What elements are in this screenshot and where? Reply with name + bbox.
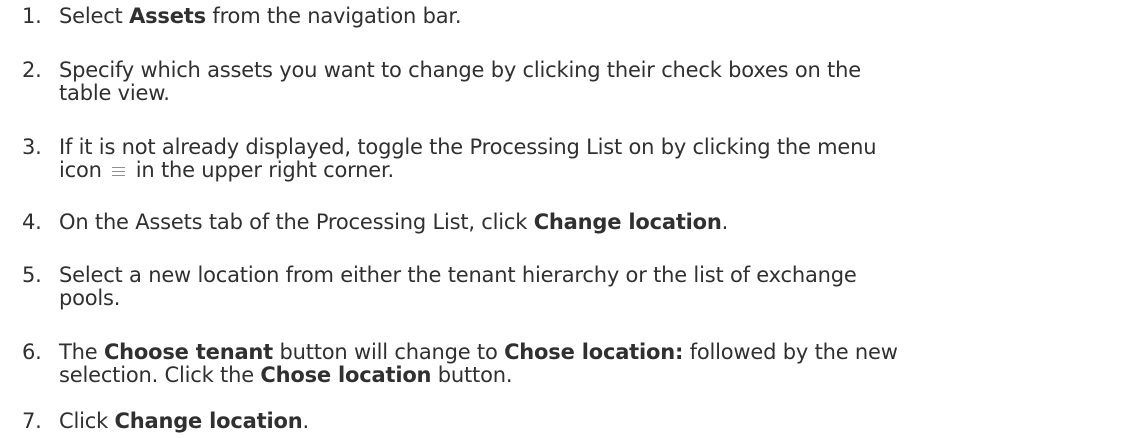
step-4: 4. On the Assets tab of the Processing L…: [22, 211, 1122, 234]
step-text-segment: button.: [431, 363, 513, 387]
step-number: 5.: [22, 263, 42, 287]
step-text-segment: selection. Click the: [59, 363, 261, 387]
step-number: 4.: [22, 210, 42, 234]
step-text: If it is not already displayed, toggle t…: [59, 136, 1122, 182]
step-text-segment: The: [59, 340, 104, 364]
step-text: Click Change location.: [59, 410, 1122, 433]
step-6: 6. The Choose tenant button will change …: [22, 341, 1122, 387]
step-text: Select a new location from either the te…: [59, 264, 1122, 310]
step-bold-term: Choose tenant: [103, 340, 273, 364]
step-text: Specify which assets you want to change …: [59, 59, 1122, 105]
step-text-line: Select a new location from either the te…: [59, 263, 857, 287]
step-text-line: Specify which assets you want to change …: [59, 58, 861, 82]
step-text-segment: in the upper right corner.: [135, 158, 394, 182]
step-text: The Choose tenant button will change to …: [59, 341, 1122, 387]
step-3: 3. If it is not already displayed, toggl…: [22, 136, 1122, 182]
step-bold-term: Chose location:: [504, 340, 684, 364]
step-text-segment: from the navigation bar.: [205, 4, 462, 28]
step-text-segment: followed by the new: [683, 340, 898, 364]
step-bold-term: Assets: [129, 4, 206, 28]
step-text-line: table view.: [59, 81, 170, 105]
step-number: 7.: [22, 409, 42, 433]
step-5: 5. Select a new location from either the…: [22, 264, 1122, 310]
step-text: On the Assets tab of the Processing List…: [59, 211, 1122, 234]
step-number: 3.: [22, 135, 42, 159]
step-number: 2.: [22, 58, 42, 82]
step-text-segment: .: [302, 409, 309, 433]
step-text: Select Assets from the navigation bar.: [59, 5, 1122, 28]
step-text-segment: On the Assets tab of the Processing List…: [59, 210, 534, 234]
menu-icon: [111, 164, 126, 177]
step-1: 1. Select Assets from the navigation bar…: [22, 5, 1122, 28]
step-bold-term: Change location: [114, 409, 303, 433]
step-text-segment: Click: [59, 409, 115, 433]
step-text-line: If it is not already displayed, toggle t…: [59, 135, 877, 159]
step-text-segment: .: [721, 210, 729, 234]
step-bold-term: Change location: [533, 210, 722, 234]
step-text-line: pools.: [59, 286, 121, 310]
step-number: 6.: [22, 340, 42, 364]
step-text-segment: button will change to: [273, 340, 505, 364]
step-7: 7. Click Change location.: [22, 410, 1122, 433]
step-2: 2. Specify which assets you want to chan…: [22, 59, 1122, 105]
step-number: 1.: [22, 4, 42, 28]
step-text-segment: Select: [59, 4, 130, 28]
step-bold-term: Chose location: [260, 363, 432, 387]
step-text-segment: icon: [59, 158, 102, 182]
